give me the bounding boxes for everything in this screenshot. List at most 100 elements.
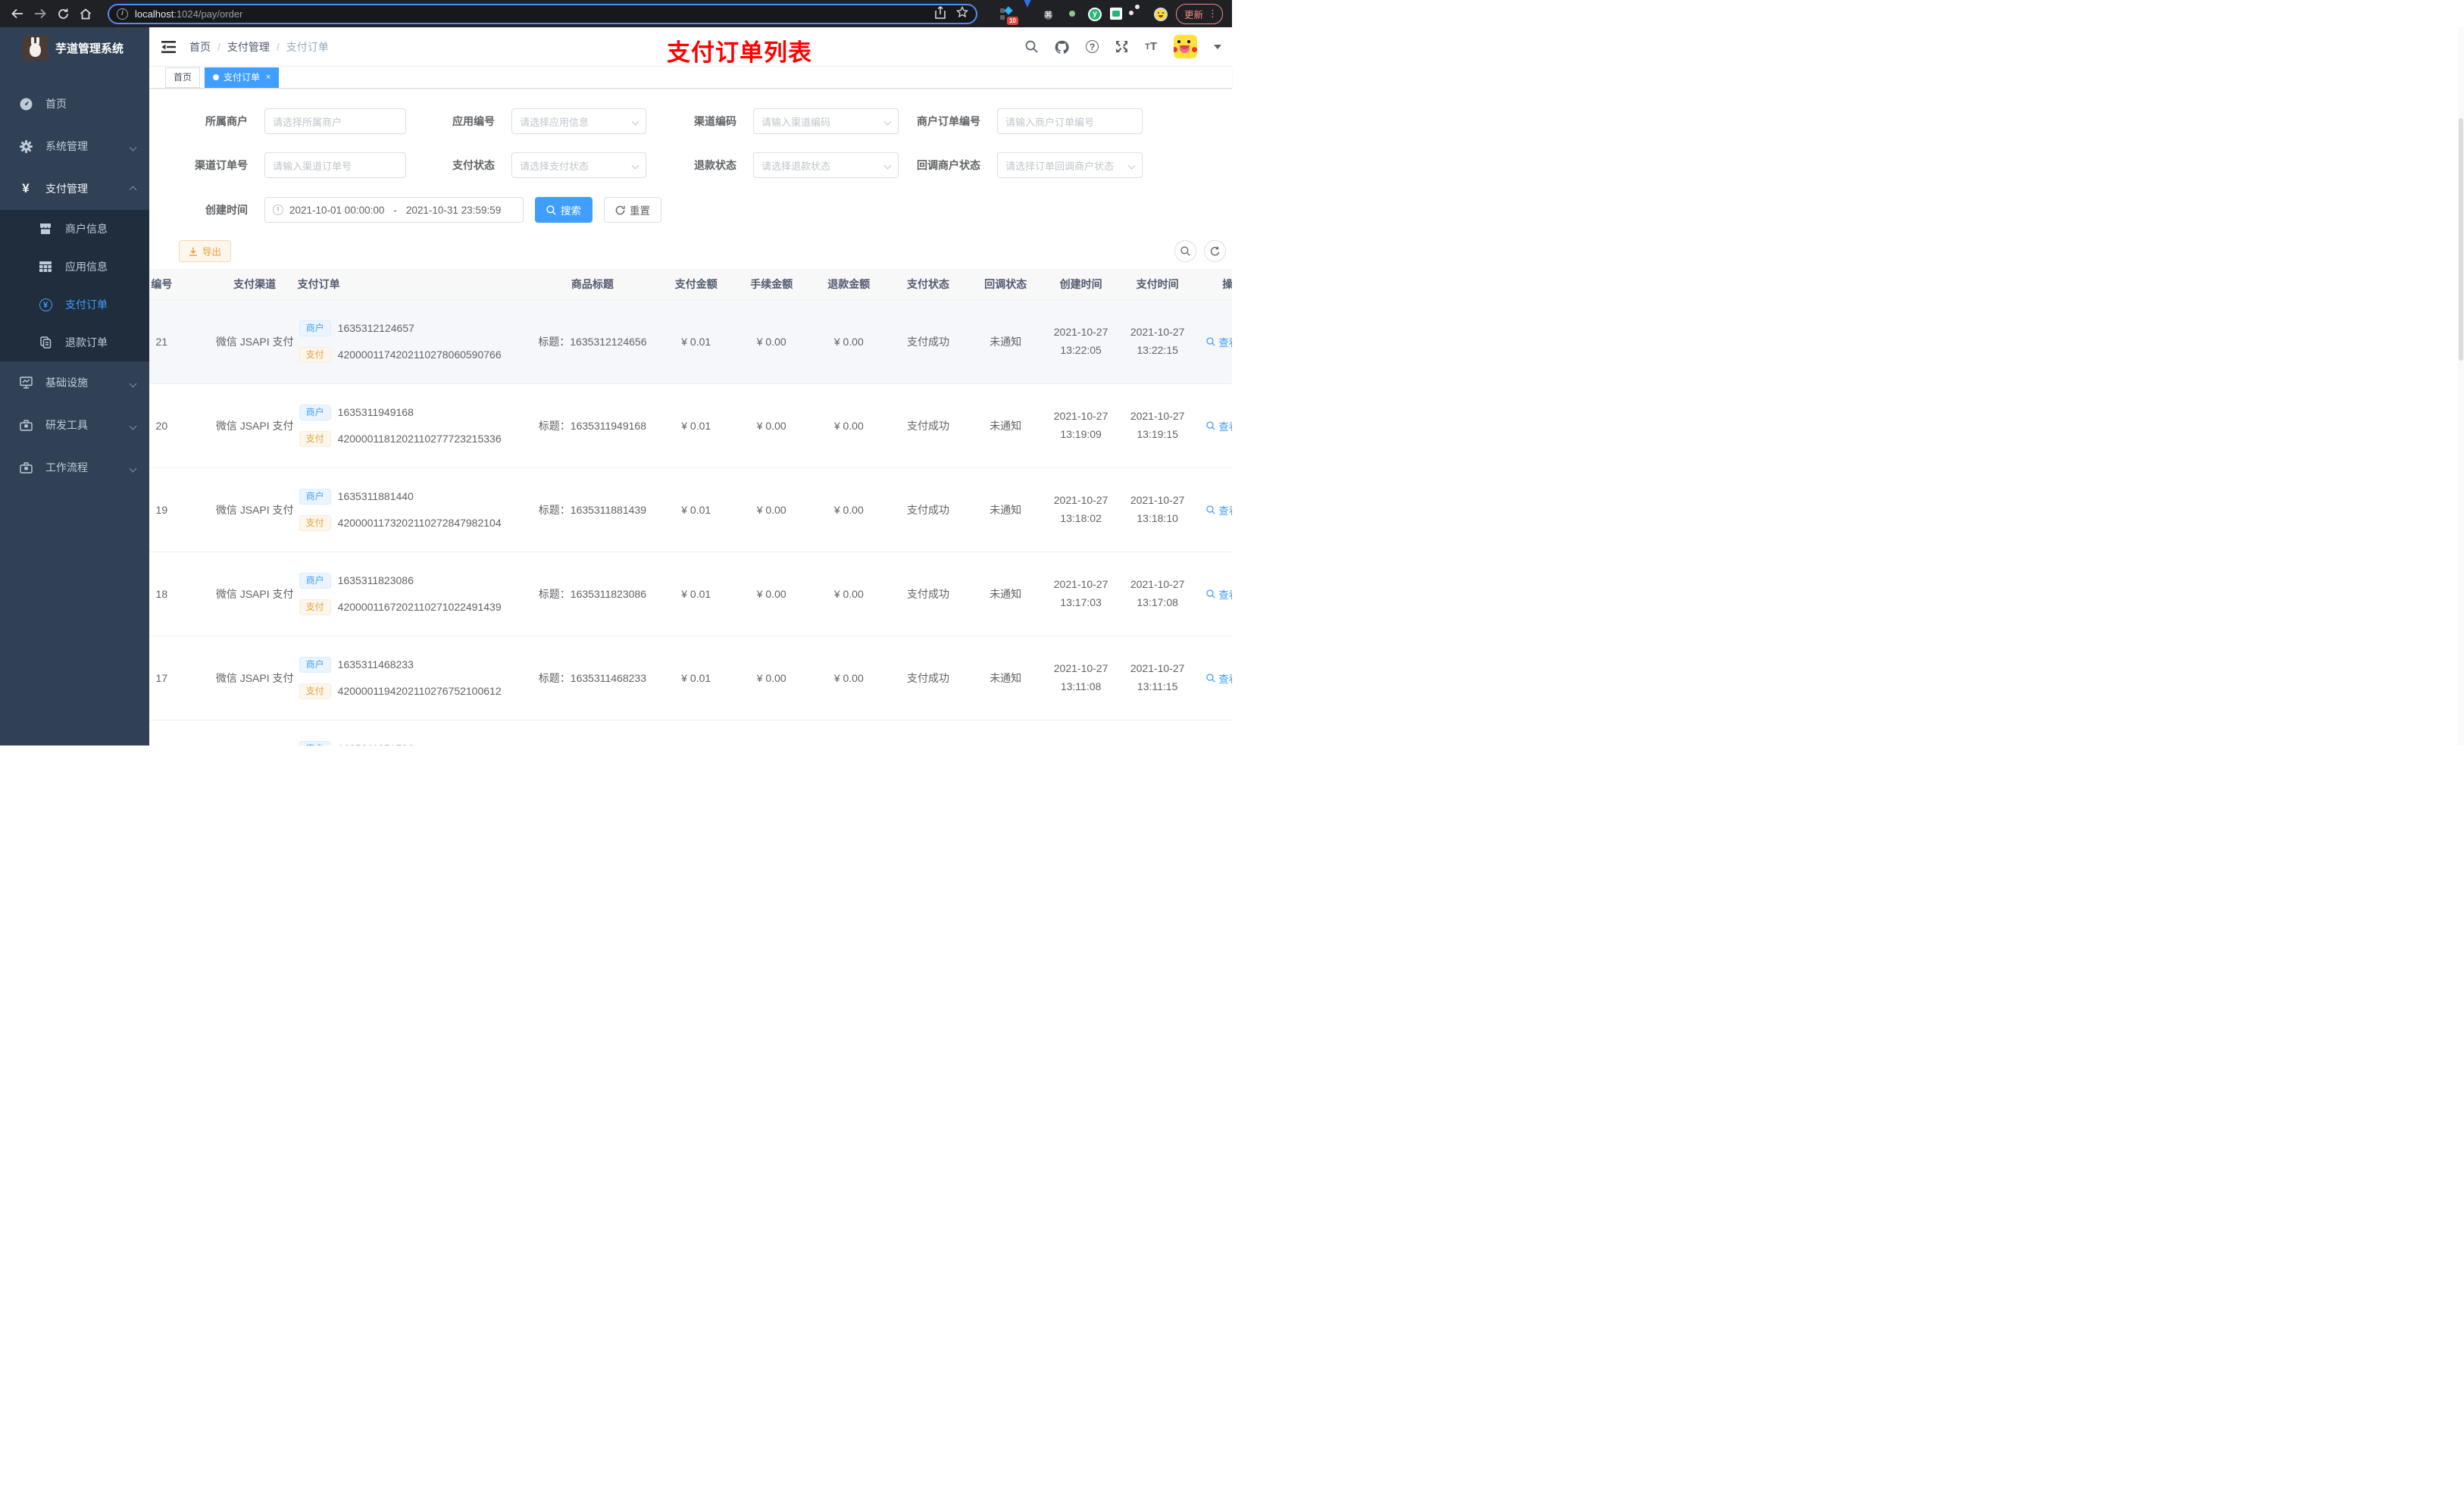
command-extension-icon[interactable]: ⌘: [1043, 8, 1057, 20]
share-icon[interactable]: [935, 5, 946, 23]
avatar-caret-icon[interactable]: [1214, 44, 1221, 49]
refresh-table-button[interactable]: [1204, 240, 1226, 262]
sidebar-item-pay-order[interactable]: ¥ 支付订单: [0, 286, 149, 324]
merchant-tag: 商户: [299, 572, 331, 589]
export-button[interactable]: 导出: [179, 240, 232, 262]
merchant-order-no-input[interactable]: 请输入商户订单编号: [997, 108, 1143, 134]
dashboard-icon: [17, 98, 35, 111]
chevron-down-icon: [129, 377, 137, 389]
sidebar-item-app-info[interactable]: 应用信息: [0, 248, 149, 286]
puzzle-extensions-icon[interactable]: [1132, 8, 1145, 20]
clock-icon: [273, 205, 283, 215]
view-detail-link[interactable]: 查看详情: [1206, 502, 1232, 517]
home-icon[interactable]: [74, 3, 97, 24]
site-info-icon[interactable]: i: [117, 8, 128, 20]
tab-close-icon[interactable]: ×: [266, 68, 270, 87]
sidebar-item-pay[interactable]: ¥ 支付管理: [0, 167, 149, 210]
app-select[interactable]: 请选择应用信息: [511, 108, 646, 134]
chat-extension-icon[interactable]: [1109, 7, 1123, 20]
breadcrumb-pay[interactable]: 支付管理: [227, 39, 270, 55]
sidebar-item-devtools[interactable]: 研发工具: [0, 404, 149, 446]
view-detail-link[interactable]: 查看详情: [1206, 418, 1232, 433]
tabs-bar: 首页 支付订单 ×: [149, 67, 1232, 89]
tab-home[interactable]: 首页: [165, 67, 201, 88]
refund-status-select[interactable]: 请选择退款状态: [753, 152, 899, 178]
toolbox-icon: [17, 419, 35, 431]
yen-icon: ¥: [22, 181, 30, 195]
tab-pay-order[interactable]: 支付订单 ×: [205, 67, 280, 88]
merchant-tag: 商户: [299, 404, 331, 420]
app-title: 芋道管理系统: [55, 42, 124, 55]
github-icon[interactable]: [1055, 40, 1069, 54]
filter-app: 应用编号 请选择应用信息: [422, 108, 646, 134]
search-button[interactable]: 搜索: [535, 197, 593, 223]
back-icon[interactable]: [6, 3, 29, 24]
show-search-toggle-button[interactable]: [1174, 240, 1196, 262]
merchant-tag: 商户: [299, 320, 331, 336]
pay-tag: 支付: [299, 514, 331, 531]
pay-tag: 支付: [299, 599, 331, 615]
gem-extension-icon[interactable]: [1021, 0, 1035, 20]
document-copy-icon: [36, 336, 55, 349]
browser-chrome: i localhost:1024/pay/order 10 ⌘ y 更新 ⋮: [0, 0, 1232, 27]
channel-order-no-input[interactable]: 请输入渠道订单号: [264, 152, 406, 178]
forward-icon[interactable]: [29, 3, 52, 24]
chevron-down-icon: [631, 161, 639, 170]
workflow-extension-icon[interactable]: 10: [999, 5, 1018, 25]
help-icon[interactable]: ?: [1086, 40, 1099, 53]
pay-submenu: 商户信息 应用信息 ¥ 支付订单 退款订单: [0, 210, 149, 361]
page-header: 首页 / 支付管理 / 支付订单 支付订单列表 ? TT: [149, 27, 1232, 67]
bookmark-star-icon[interactable]: [956, 5, 968, 22]
pay-tag: 支付: [299, 346, 331, 363]
channel-code-select[interactable]: 请输入渠道编码: [753, 108, 899, 134]
scrollbar-thumb[interactable]: [2459, 118, 2463, 361]
sidebar-item-infra[interactable]: 基础设施: [0, 361, 149, 404]
chevron-up-icon: [129, 183, 137, 195]
page-scrollbar[interactable]: [2458, 27, 2464, 746]
sidebar-item-workflow[interactable]: 工作流程: [0, 446, 149, 489]
sidebar-item-system[interactable]: 系统管理: [0, 125, 149, 167]
url-bar[interactable]: i localhost:1024/pay/order: [108, 4, 977, 24]
merchant-input[interactable]: 请选择所属商户: [264, 108, 406, 134]
monitor-chart-icon: [17, 377, 35, 389]
extension-badge: 10: [1007, 16, 1018, 25]
browser-update-button[interactable]: 更新 ⋮: [1175, 3, 1223, 24]
table-row: 17 微信 JSAPI 支付 商户 1635311468233 支付 4200001…: [149, 636, 1232, 720]
profile-avatar-icon[interactable]: [1153, 7, 1168, 21]
breadcrumb-home[interactable]: 首页: [189, 39, 211, 55]
search-icon[interactable]: [1025, 40, 1038, 53]
browser-menu-icon[interactable]: ⋮: [1208, 8, 1219, 18]
gear-icon: [17, 139, 35, 153]
notify-status-select[interactable]: 请选择订单回调商户状态: [997, 152, 1143, 178]
y-extension-icon[interactable]: y: [1087, 7, 1102, 21]
table-row: 19 微信 JSAPI 支付 商户 1635311881440 支付 4200001…: [149, 467, 1232, 552]
collapse-sidebar-icon[interactable]: [149, 40, 188, 53]
merchant-tag: 商户: [299, 740, 331, 746]
app-logo: [23, 36, 48, 61]
fullscreen-icon[interactable]: [1115, 40, 1128, 53]
reload-icon[interactable]: [52, 3, 74, 24]
filter-notify-status: 回调商户状态 请选择订单回调商户状态: [890, 152, 1143, 178]
reset-button[interactable]: 重置: [604, 197, 661, 223]
view-detail-link[interactable]: 查看详情: [1206, 670, 1232, 686]
sidebar-item-refund-order[interactable]: 退款订单: [0, 324, 149, 361]
chevron-down-icon: [129, 461, 137, 474]
breadcrumb: 首页 / 支付管理 / 支付订单: [189, 39, 329, 55]
table-row: 18 微信 JSAPI 支付 商户 1635311823086 支付 4200001…: [149, 552, 1232, 636]
sidebar-item-home[interactable]: 首页: [0, 83, 149, 125]
sidebar-item-merchant-info[interactable]: 商户信息: [0, 210, 149, 248]
dot-extension-icon[interactable]: [1066, 8, 1079, 20]
shop-icon: [36, 223, 55, 235]
view-detail-link[interactable]: 查看详情: [1206, 586, 1232, 602]
pay-status-select[interactable]: 请选择支付状态: [511, 152, 646, 178]
table-row: 20 微信 JSAPI 支付 商户 1635311949168 支付 4200001…: [149, 383, 1232, 468]
app-logo-row: 芋道管理系统: [0, 27, 149, 69]
filter-refund-status: 退款状态 请选择退款状态: [664, 152, 899, 178]
font-size-icon[interactable]: TT: [1145, 40, 1157, 53]
user-avatar[interactable]: [1174, 35, 1197, 58]
chevron-down-icon: [631, 117, 639, 126]
date-range-input[interactable]: 2021-10-01 00:00:00 - 2021-10-31 23:59:5…: [264, 197, 524, 223]
chevron-down-icon: [1127, 161, 1136, 170]
table-row: 21 微信 JSAPI 支付 商户 1635312124657 支付 4200001…: [149, 299, 1232, 384]
view-detail-link[interactable]: 查看详情: [1206, 334, 1232, 349]
